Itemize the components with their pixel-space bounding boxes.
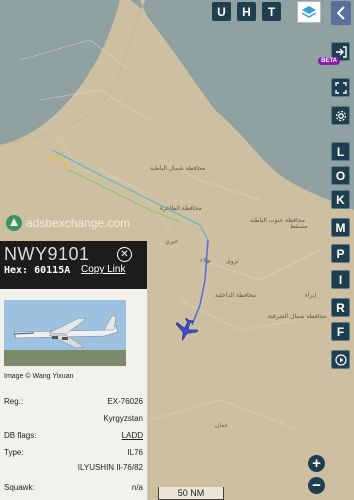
callsign: NWY9101 — [4, 244, 90, 264]
type-label: Type: — [4, 448, 24, 457]
map-label-muscat: مسقط — [290, 223, 307, 230]
map-label-north-sharqiyah: محافظة شمال الشرقية — [268, 313, 326, 320]
toggle-i-button[interactable]: I — [331, 270, 350, 289]
aircraft-info-panel: NWY9101 ✕ Hex: 60115A Copy Link Image © … — [0, 241, 148, 500]
fullscreen-button[interactable] — [331, 78, 350, 97]
map-label-oman: عمان — [215, 422, 228, 429]
map-label-ibra: إبراء — [305, 292, 316, 299]
toggle-o-button[interactable]: O — [331, 166, 350, 185]
toggle-r-button[interactable]: R — [331, 298, 350, 317]
toggle-t-button[interactable]: T — [262, 2, 281, 21]
map-label-ibri: عبري — [165, 238, 178, 245]
gear-icon — [335, 110, 346, 121]
play-circle-icon — [334, 353, 347, 366]
db-flags-value[interactable]: LADD — [122, 431, 143, 440]
close-icon[interactable]: ✕ — [117, 247, 132, 262]
country-value: Kyrgyzstan — [103, 414, 143, 423]
watermark-text: adsbexchange.com — [26, 216, 131, 230]
hex-row: Hex: 60115A — [4, 265, 70, 276]
collapse-sidebar-button[interactable] — [331, 1, 351, 25]
map-label-nizwa: نزوى — [226, 258, 239, 265]
replay-button[interactable] — [331, 350, 350, 369]
map-label-dakhiliyah: محافظة الداخلية — [215, 292, 256, 299]
map-scale: 50 NM — [158, 487, 224, 500]
photo-credit: Image © Wang Yixuan — [4, 373, 74, 380]
zoom-out-button[interactable]: − — [308, 477, 325, 494]
settings-button[interactable] — [331, 106, 350, 125]
expand-icon — [334, 81, 347, 94]
aircraft-info-header: NWY9101 ✕ Hex: 60115A Copy Link — [0, 241, 147, 289]
registration-label: Reg.: — [4, 397, 24, 406]
type-value: IL76 — [127, 448, 143, 457]
db-flags-label: DB flags: — [4, 431, 37, 440]
squawk-label: Squawk: — [4, 483, 35, 492]
toggle-p-button[interactable]: P — [331, 244, 350, 263]
hex-label: Hex: — [4, 265, 29, 276]
adsbexchange-logo-icon — [6, 215, 22, 231]
hex-value: 60115A — [34, 265, 71, 276]
adsbexchange-watermark: adsbexchange.com — [6, 215, 130, 231]
toggle-l-button[interactable]: L — [331, 142, 350, 161]
toggle-h-button[interactable]: H — [237, 2, 256, 21]
squawk-value: n/a — [131, 483, 143, 492]
copy-link[interactable]: Copy Link — [81, 264, 125, 275]
registration-value: EX-76026 — [107, 397, 143, 406]
zoom-in-button[interactable]: + — [308, 455, 325, 472]
beta-badge: BETA — [318, 57, 340, 65]
toggle-u-button[interactable]: U — [212, 2, 231, 21]
chevron-left-icon — [336, 6, 345, 20]
aircraft-photo[interactable] — [4, 300, 126, 366]
sign-in-icon — [335, 45, 347, 58]
toggle-k-button[interactable]: K — [331, 190, 350, 209]
toggle-f-button[interactable]: F — [331, 322, 350, 341]
map-label-north-batinah: محافظة شمال الباطنة — [150, 165, 205, 172]
toggle-m-button[interactable]: M — [331, 218, 350, 237]
model-value: ILYUSHIN Il-76/82 — [77, 463, 143, 472]
layers-button[interactable] — [297, 1, 321, 23]
layers-icon — [301, 6, 317, 18]
